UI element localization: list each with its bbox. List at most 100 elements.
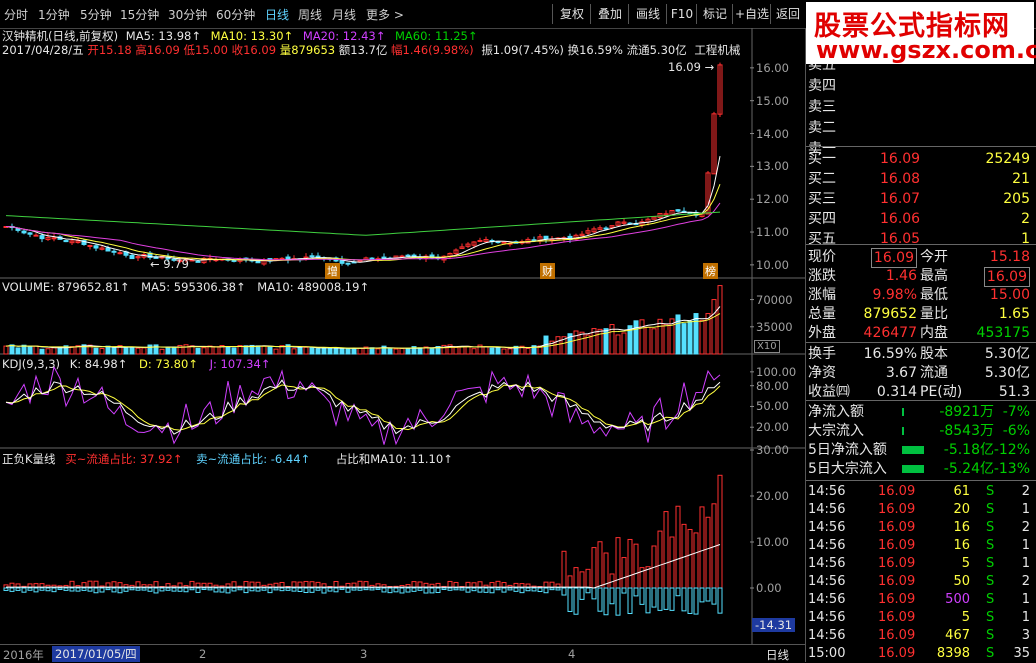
tab-1min[interactable]: 1分钟: [38, 6, 70, 23]
flow-value: -5.18亿: [943, 442, 994, 458]
sell-ratio-bar: [441, 587, 447, 590]
fund-label: PE(动): [920, 384, 963, 400]
back-button[interactable]: 返回: [770, 4, 805, 24]
sell-ratio-bar: [177, 587, 183, 592]
y-tick-label: 100.00: [756, 364, 797, 379]
sell-ratio-bar: [75, 587, 81, 592]
sell-ratio-bar: [231, 587, 237, 592]
sell-ratio-bar: [135, 587, 141, 591]
volume-bar: [267, 346, 273, 355]
volume-bar: [387, 348, 393, 355]
sell-ratio-bar: [615, 587, 621, 616]
y-tick-label: 35000: [756, 319, 793, 334]
sell-ratio-bar: [123, 587, 129, 592]
sell-ratio-bar: [411, 587, 417, 592]
add-favorite-button[interactable]: +自选: [732, 4, 771, 24]
mark-button[interactable]: 标记: [696, 4, 733, 24]
draw-line-button[interactable]: 画线: [628, 4, 667, 24]
tick-row: 14:56 16.09 5 S 1: [808, 609, 1034, 627]
event-tag[interactable]: 榜: [703, 263, 718, 279]
sell-ratio-bar: [669, 587, 675, 611]
sell-ratio-bar: [453, 587, 459, 591]
candle-body: [93, 245, 99, 249]
tick-price: 16.09: [878, 610, 916, 625]
sell-ratio-bar: [213, 587, 219, 593]
tab-weekly[interactable]: 周线: [298, 6, 322, 23]
event-tag[interactable]: 增: [325, 263, 340, 279]
fundamental-row: 换手 16.59% 股本 5.30亿: [808, 345, 1034, 363]
buy-ratio-bar: [597, 541, 603, 589]
volume-bar: [651, 328, 657, 355]
buy-ratio-bar: [561, 550, 567, 589]
quote-label: 今开: [920, 249, 948, 265]
period-indicator[interactable]: 日线: [766, 647, 789, 663]
quote-value: 1.46: [885, 268, 917, 284]
sell-ratio-bar: [261, 587, 267, 591]
tick-row: 14:56 16.09 500 S 1: [808, 591, 1034, 609]
buy-ratio-bar: [585, 568, 591, 589]
volume-bar: [615, 334, 621, 355]
volume-bar: [699, 319, 705, 355]
bid-row: 买二 16.08 21: [808, 170, 1034, 188]
month-label-4: 4: [568, 647, 576, 661]
tab-daily[interactable]: 日线: [265, 6, 289, 23]
volume-bar: [579, 331, 585, 355]
candle-body: [603, 227, 609, 230]
sell-ratio-bar: [591, 587, 597, 600]
volume-bar: [303, 346, 309, 355]
tick-price: 16.09: [878, 646, 916, 661]
volume-bar: [459, 346, 465, 355]
quote-value: 453175: [976, 325, 1030, 341]
sell-ratio-bar: [687, 587, 693, 614]
volume-bar: [489, 347, 495, 355]
sell-ratio-bar: [567, 587, 573, 612]
fund-label: 收益㈣: [808, 384, 850, 400]
quote-label: 量比: [920, 306, 948, 322]
sell-ratio-bar: [699, 587, 705, 603]
sell-ratio-bar: [597, 587, 603, 612]
sell-ratio-bar: [573, 587, 579, 615]
tab-5min[interactable]: 5分钟: [80, 6, 112, 23]
tab-60min[interactable]: 60分钟: [216, 6, 255, 23]
candle-body: [405, 254, 411, 257]
tick-side: S: [986, 574, 995, 589]
tick-price: 16.09: [878, 556, 916, 571]
kline-chart-area[interactable]: [0, 28, 805, 644]
volume-bar: [45, 348, 51, 355]
sell-ratio-bar: [183, 587, 189, 593]
y-tick-label: 13.00: [756, 159, 789, 174]
sell-ratio-bar: [393, 587, 399, 593]
tab-monthly[interactable]: 月线: [332, 6, 356, 23]
tab-30min[interactable]: 30分钟: [168, 6, 207, 23]
sell-ratio-bar: [45, 587, 51, 592]
quote-row: 现价 16.09 今开 15.18: [808, 248, 1034, 268]
volume-bar: [141, 347, 147, 355]
sell-ratio-bar: [39, 587, 45, 591]
tick-row: 14:56 16.09 16 S 1: [808, 537, 1034, 555]
restore-rights-button[interactable]: 复权: [552, 4, 591, 24]
overlay-button[interactable]: 叠加: [590, 4, 629, 24]
volume-bar: [333, 347, 339, 355]
tab-intraday[interactable]: 分时: [4, 6, 28, 23]
quote-label: 最高: [920, 268, 948, 284]
volume-bar: [93, 347, 99, 355]
tick-row: 14:56 16.09 61 S 2: [808, 483, 1034, 501]
fund-value: 51.3: [998, 384, 1030, 400]
flow-value: -5.24亿: [943, 461, 994, 477]
sell-ratio-bar: [483, 587, 489, 593]
sell-ratio-bar: [15, 587, 21, 591]
f10-button[interactable]: F10: [666, 4, 697, 24]
tab-15min[interactable]: 15分钟: [120, 6, 159, 23]
candle-body: [63, 240, 69, 243]
candle-body: [51, 237, 57, 240]
divider: [806, 342, 1036, 343]
month-label-3: 3: [360, 647, 368, 661]
buy-ratio-bar: [663, 511, 669, 589]
sell-ratio-bar: [219, 587, 225, 593]
flow-label: 净流入额: [808, 404, 864, 420]
tab-more[interactable]: 更多 >: [366, 6, 404, 23]
volume-bar: [27, 345, 33, 355]
quote-row: 涨跌 1.46 最高 16.09: [808, 267, 1034, 287]
event-tag[interactable]: 财: [540, 263, 555, 279]
sell-ratio-bar: [105, 587, 111, 591]
